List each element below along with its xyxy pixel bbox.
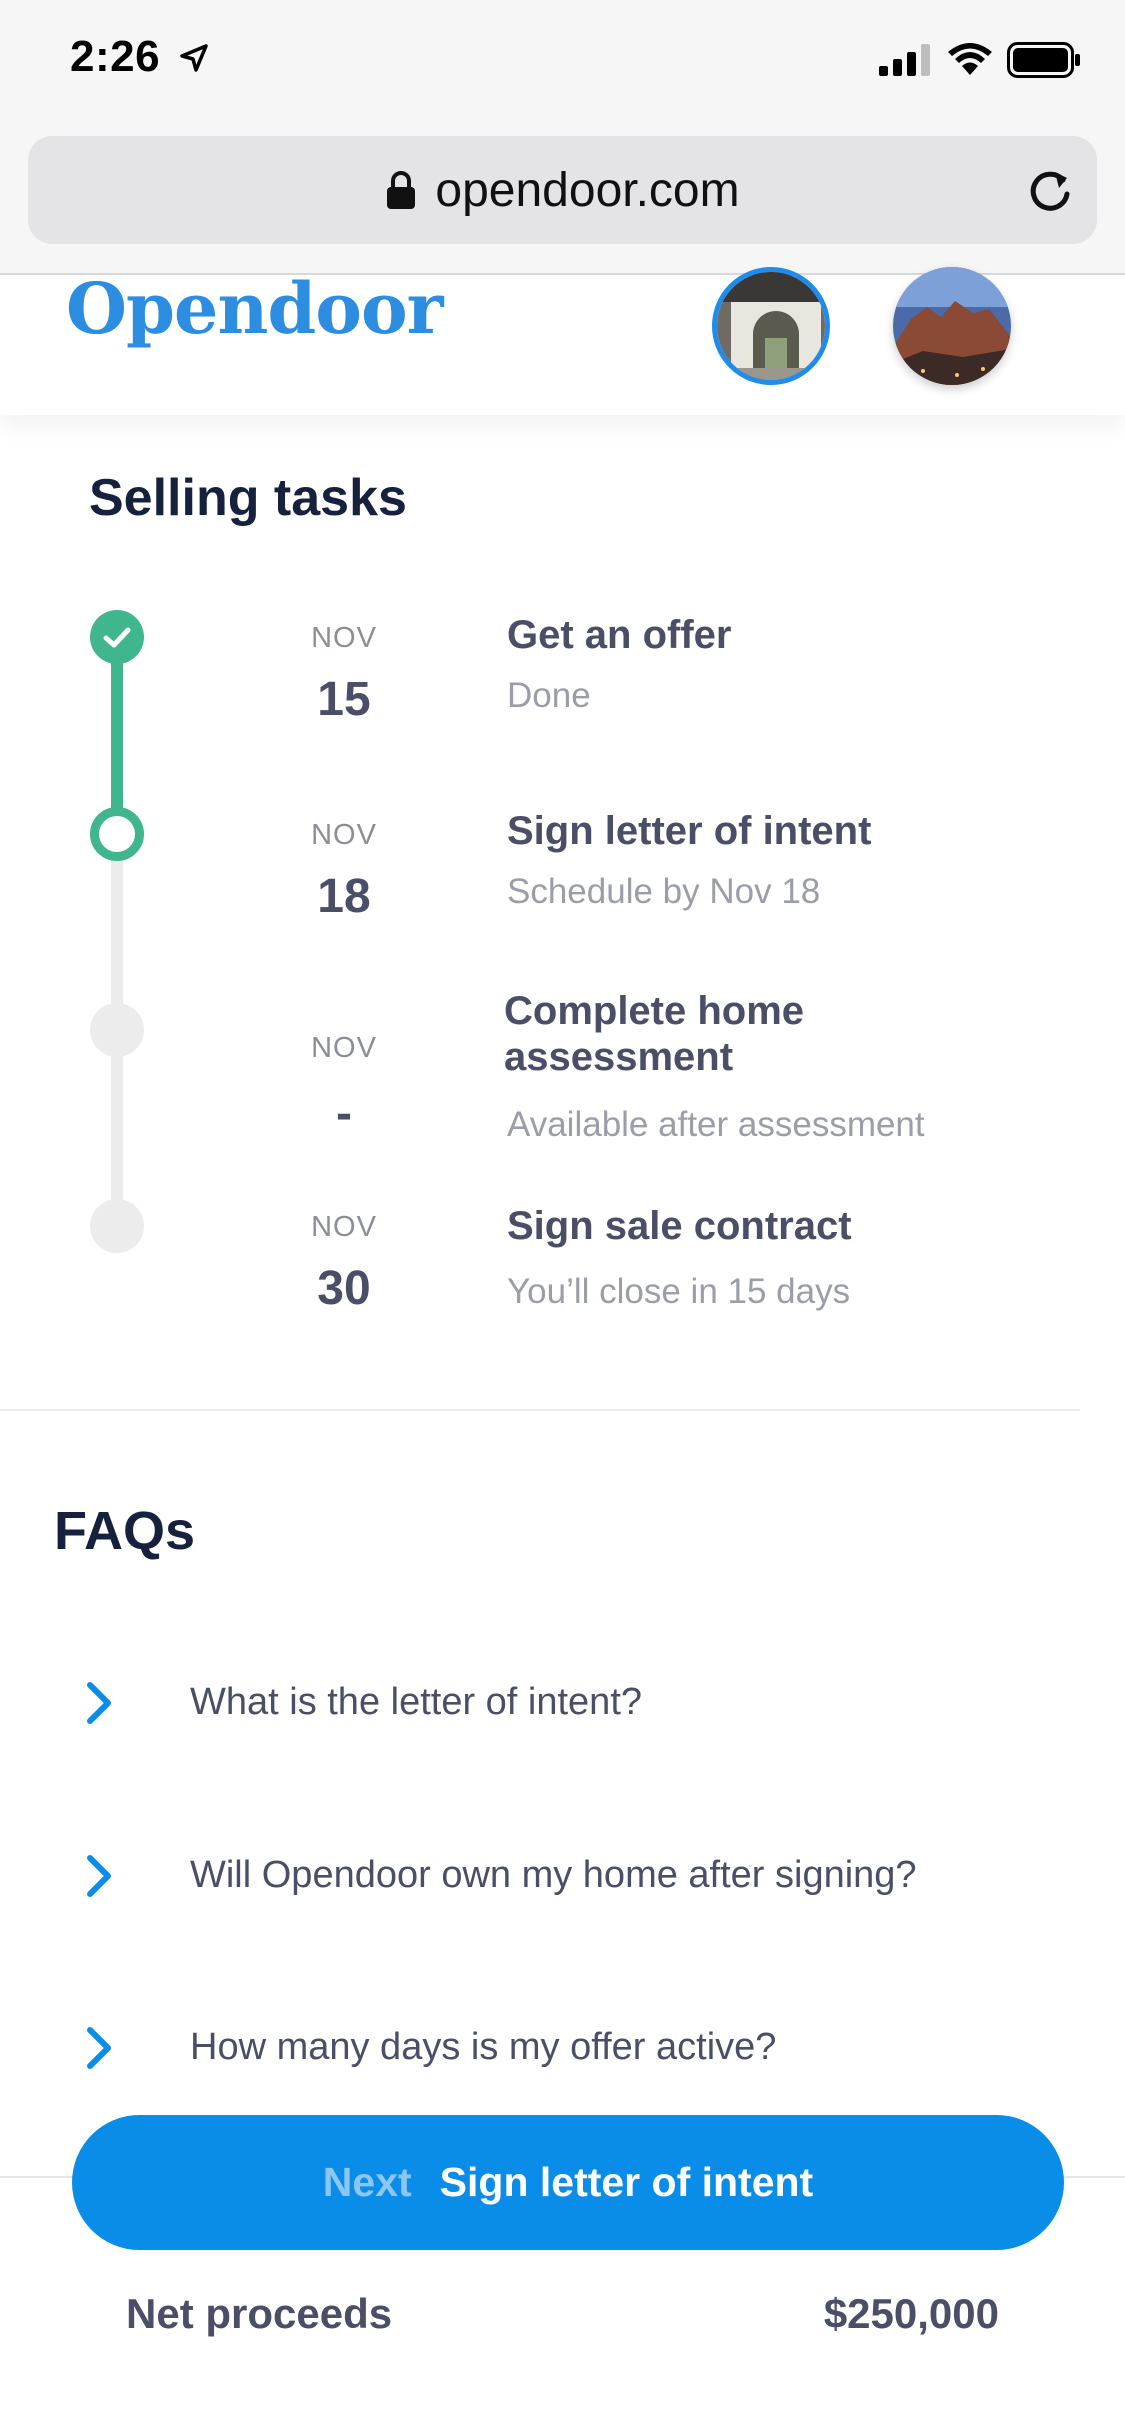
browser-toolbar: opendoor.com bbox=[0, 128, 1125, 275]
opendoor-logo[interactable]: Opendoor bbox=[66, 267, 444, 350]
chevron-right-icon bbox=[87, 1855, 111, 1897]
task-date-day: 15 bbox=[317, 673, 371, 726]
faq-question: How many days is my offer active? bbox=[190, 2026, 777, 2068]
task-title[interactable]: Sign letter of intent bbox=[507, 808, 871, 854]
status-time: 2:26 bbox=[70, 32, 161, 81]
task-date-month: NOV bbox=[311, 1211, 377, 1243]
task-date-day: 18 bbox=[317, 870, 371, 923]
timeline-current-node bbox=[90, 807, 144, 861]
task-date-month: NOV bbox=[311, 622, 377, 654]
chevron-right-icon bbox=[87, 1682, 111, 1724]
address-bar[interactable]: opendoor.com bbox=[28, 136, 1097, 244]
task-subtitle: Done bbox=[507, 676, 591, 715]
faq-item[interactable]: What is the letter of intent? bbox=[0, 1651, 1125, 1751]
timeline-progress-line bbox=[111, 636, 123, 834]
task-title[interactable]: Get an offer bbox=[507, 612, 731, 658]
net-proceeds-label: Net proceeds bbox=[126, 2290, 393, 2337]
faqs-title: FAQs bbox=[54, 1501, 196, 1561]
faq-question: What is the letter of intent? bbox=[190, 1681, 643, 1723]
cellular-signal-icon bbox=[879, 44, 930, 76]
status-bar: 2:26 bbox=[0, 0, 1125, 128]
url-text: opendoor.com bbox=[435, 163, 740, 217]
lock-icon bbox=[387, 171, 416, 209]
location-photo-avatar[interactable] bbox=[893, 267, 1011, 385]
timeline-pending-node bbox=[90, 1003, 144, 1057]
task-subtitle: Available after assessment bbox=[507, 1105, 925, 1144]
site-header: Opendoor bbox=[0, 267, 1125, 415]
chevron-right-icon bbox=[87, 2027, 111, 2069]
status-icons bbox=[879, 40, 1081, 80]
wifi-icon bbox=[948, 43, 992, 75]
timeline-pending-node bbox=[90, 1199, 144, 1253]
battery-icon bbox=[1007, 42, 1080, 78]
task-date-month: NOV bbox=[311, 819, 377, 851]
section-divider bbox=[0, 1409, 1080, 1411]
task-subtitle: Schedule by Nov 18 bbox=[507, 872, 821, 911]
task-date-day: 30 bbox=[317, 1262, 371, 1315]
home-photo-avatar[interactable] bbox=[712, 267, 830, 385]
check-icon bbox=[90, 610, 144, 664]
location-arrow-icon bbox=[180, 44, 208, 72]
net-proceeds-value: $250,000 bbox=[823, 2290, 999, 2337]
task-date-month: NOV bbox=[311, 1032, 377, 1064]
task-title[interactable]: Sign sale contract bbox=[507, 1203, 852, 1249]
task-date-day: - bbox=[336, 1087, 352, 1140]
task-title[interactable]: Complete home assessment bbox=[504, 988, 964, 1080]
sign-letter-of-intent-button[interactable]: Next Sign letter of intent bbox=[72, 2115, 1064, 2250]
faq-item[interactable]: Will Opendoor own my home after signing? bbox=[0, 1824, 1125, 1924]
cta-label: Sign letter of intent bbox=[439, 2159, 814, 2205]
cta-prefix: Next bbox=[322, 2159, 412, 2205]
task-subtitle: You’ll close in 15 days bbox=[507, 1272, 851, 1311]
faq-item[interactable]: How many days is my offer active? bbox=[0, 1996, 1125, 2096]
selling-tasks-title: Selling tasks bbox=[89, 469, 407, 527]
faq-question: Will Opendoor own my home after signing? bbox=[190, 1854, 917, 1896]
reload-icon[interactable] bbox=[1025, 166, 1075, 216]
